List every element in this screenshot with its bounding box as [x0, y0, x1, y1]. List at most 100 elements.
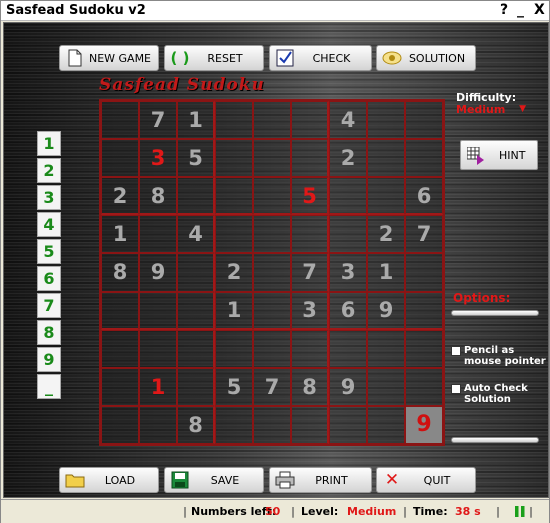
sudoku-cell-r1c9[interactable] [405, 101, 443, 140]
sudoku-cell-r5c7[interactable]: 3 [329, 253, 367, 292]
sudoku-cell-r7c9[interactable] [405, 329, 443, 368]
number-button-9[interactable]: 9 [37, 347, 61, 372]
sudoku-cell-r8c1[interactable] [101, 367, 139, 406]
sudoku-cell-r9c9[interactable]: 9 [405, 405, 443, 444]
sudoku-cell-r9c6[interactable] [291, 405, 329, 444]
number-button-6[interactable]: 6 [37, 266, 61, 291]
number-button-7[interactable]: 7 [37, 293, 61, 318]
sudoku-cell-r9c8[interactable] [367, 405, 405, 444]
sudoku-cell-r3c1[interactable]: 2 [101, 177, 139, 216]
sudoku-cell-r1c7[interactable]: 4 [329, 101, 367, 140]
sudoku-cell-r7c3[interactable] [177, 329, 215, 368]
sudoku-cell-r6c4[interactable]: 1 [215, 291, 253, 330]
sudoku-cell-r5c9[interactable] [405, 253, 443, 292]
sudoku-cell-r2c3[interactable]: 5 [177, 139, 215, 178]
quit-button[interactable]: ✕ QUIT [376, 467, 476, 493]
sudoku-cell-r6c7[interactable]: 6 [329, 291, 367, 330]
print-button[interactable]: PRINT [269, 467, 372, 493]
sudoku-cell-r9c7[interactable] [329, 405, 367, 444]
difficulty-dropdown[interactable]: Medium ▼ [456, 104, 528, 116]
number-button-1[interactable]: 1 [37, 131, 61, 156]
new-game-button[interactable]: NEW GAME [59, 45, 159, 71]
sudoku-cell-r1c6[interactable] [291, 101, 329, 140]
sudoku-cell-r7c7[interactable] [329, 329, 367, 368]
solution-button[interactable]: SOLUTION [376, 45, 476, 71]
sudoku-cell-r2c4[interactable] [215, 139, 253, 178]
sudoku-cell-r4c9[interactable]: 7 [405, 215, 443, 254]
sudoku-cell-r3c5[interactable] [253, 177, 291, 216]
close-button[interactable]: X [534, 2, 545, 18]
sudoku-cell-r4c2[interactable] [139, 215, 177, 254]
hint-button[interactable]: HINT [460, 140, 538, 170]
sudoku-cell-r9c1[interactable] [101, 405, 139, 444]
sudoku-cell-r1c3[interactable]: 1 [177, 101, 215, 140]
sudoku-cell-r2c8[interactable] [367, 139, 405, 178]
sudoku-cell-r5c5[interactable] [253, 253, 291, 292]
sudoku-cell-r8c6[interactable]: 8 [291, 367, 329, 406]
sudoku-cell-r1c8[interactable] [367, 101, 405, 140]
load-button[interactable]: LOAD [59, 467, 159, 493]
sudoku-cell-r8c8[interactable] [367, 367, 405, 406]
sudoku-cell-r5c8[interactable]: 1 [367, 253, 405, 292]
sudoku-cell-r4c6[interactable] [291, 215, 329, 254]
sudoku-cell-r7c5[interactable] [253, 329, 291, 368]
pause-icon[interactable] [515, 506, 525, 517]
sudoku-cell-r1c1[interactable] [101, 101, 139, 140]
sudoku-cell-r3c2[interactable]: 8 [139, 177, 177, 216]
sudoku-cell-r5c3[interactable] [177, 253, 215, 292]
sudoku-cell-r8c9[interactable] [405, 367, 443, 406]
sudoku-cell-r8c2[interactable]: 1 [139, 367, 177, 406]
sudoku-cell-r5c6[interactable]: 7 [291, 253, 329, 292]
number-button-5[interactable]: 5 [37, 239, 61, 264]
sudoku-cell-r3c7[interactable] [329, 177, 367, 216]
sudoku-cell-r7c4[interactable] [215, 329, 253, 368]
sudoku-cell-r4c4[interactable] [215, 215, 253, 254]
sudoku-cell-r7c1[interactable] [101, 329, 139, 368]
sudoku-cell-r3c8[interactable] [367, 177, 405, 216]
sudoku-cell-r8c7[interactable]: 9 [329, 367, 367, 406]
sudoku-cell-r4c7[interactable] [329, 215, 367, 254]
reset-button[interactable]: ( ) RESET [164, 45, 264, 71]
sudoku-cell-r8c5[interactable]: 7 [253, 367, 291, 406]
help-button[interactable]: ? [500, 2, 508, 18]
sudoku-cell-r9c5[interactable] [253, 405, 291, 444]
sudoku-cell-r8c4[interactable]: 5 [215, 367, 253, 406]
sudoku-cell-r8c3[interactable] [177, 367, 215, 406]
sudoku-cell-r2c9[interactable] [405, 139, 443, 178]
sudoku-cell-r5c1[interactable]: 8 [101, 253, 139, 292]
number-button-4[interactable]: 4 [37, 212, 61, 237]
sudoku-cell-r5c4[interactable]: 2 [215, 253, 253, 292]
sudoku-cell-r1c4[interactable] [215, 101, 253, 140]
sudoku-cell-r3c3[interactable] [177, 177, 215, 216]
sudoku-cell-r6c1[interactable] [101, 291, 139, 330]
sudoku-cell-r5c2[interactable]: 9 [139, 253, 177, 292]
sudoku-cell-r7c2[interactable] [139, 329, 177, 368]
sudoku-cell-r7c8[interactable] [367, 329, 405, 368]
bottom-slider-track[interactable] [451, 437, 539, 443]
sudoku-cell-r4c5[interactable] [253, 215, 291, 254]
sudoku-cell-r4c3[interactable]: 4 [177, 215, 215, 254]
options-slider-track[interactable] [451, 310, 539, 316]
sudoku-cell-r6c9[interactable] [405, 291, 443, 330]
sudoku-cell-r6c8[interactable]: 9 [367, 291, 405, 330]
sudoku-cell-r2c2[interactable]: 3 [139, 139, 177, 178]
sudoku-cell-r9c3[interactable]: 8 [177, 405, 215, 444]
sudoku-cell-r1c2[interactable]: 7 [139, 101, 177, 140]
sudoku-cell-r2c1[interactable] [101, 139, 139, 178]
sudoku-cell-r6c2[interactable] [139, 291, 177, 330]
sudoku-cell-r6c5[interactable] [253, 291, 291, 330]
sudoku-cell-r2c6[interactable] [291, 139, 329, 178]
sudoku-cell-r2c7[interactable]: 2 [329, 139, 367, 178]
number-button-3[interactable]: 3 [37, 185, 61, 210]
auto-check-checkbox[interactable] [451, 384, 461, 394]
number-button-8[interactable]: 8 [37, 320, 61, 345]
sudoku-cell-r3c9[interactable]: 6 [405, 177, 443, 216]
sudoku-cell-r6c3[interactable] [177, 291, 215, 330]
sudoku-cell-r3c4[interactable] [215, 177, 253, 216]
sudoku-cell-r9c2[interactable] [139, 405, 177, 444]
number-button-2[interactable]: 2 [37, 158, 61, 183]
sudoku-cell-r4c8[interactable]: 2 [367, 215, 405, 254]
pencil-pointer-checkbox[interactable] [451, 346, 461, 356]
check-button[interactable]: CHECK [269, 45, 372, 71]
number-clear-button[interactable]: _ [37, 374, 61, 399]
